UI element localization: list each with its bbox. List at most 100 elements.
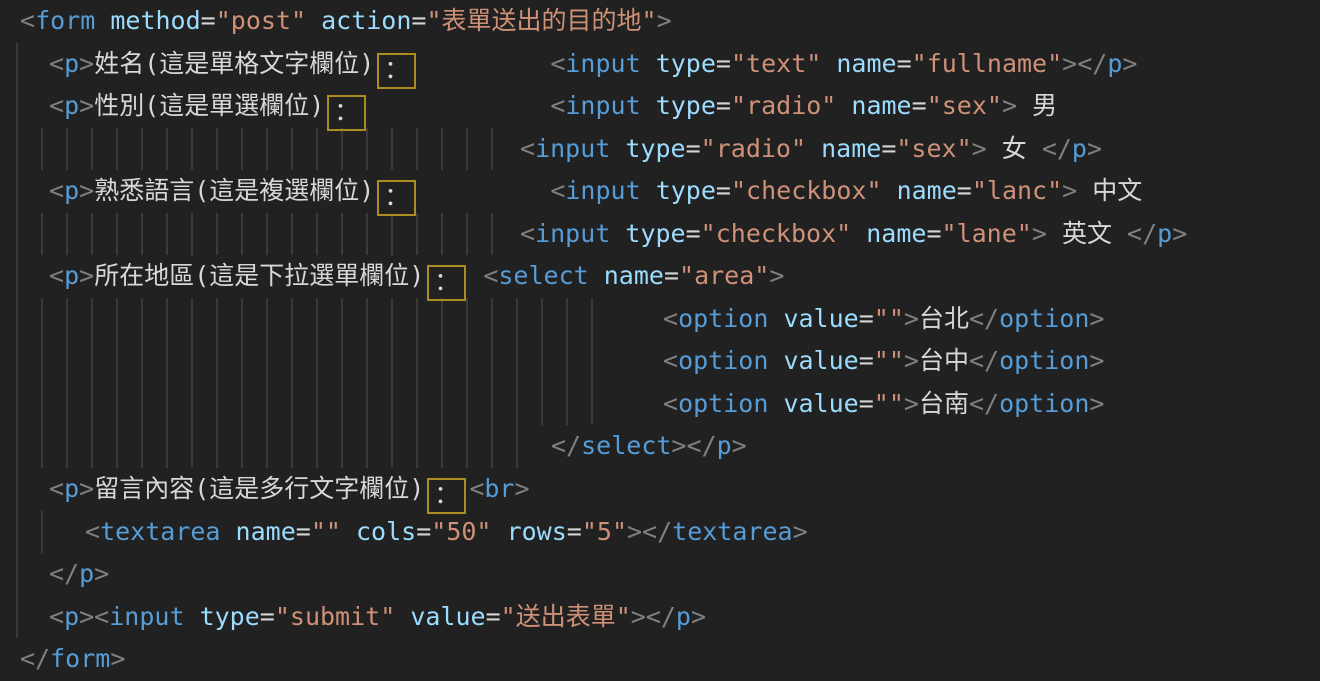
- syntax-token: p: [1072, 134, 1087, 163]
- syntax-token: >: [79, 49, 94, 78]
- syntax-token: 台中: [919, 346, 969, 375]
- syntax-token: p: [64, 261, 79, 290]
- syntax-token: textarea: [100, 517, 220, 546]
- syntax-token: ><: [79, 602, 109, 631]
- code-line[interactable]: </select></p>: [0, 425, 1320, 468]
- syntax-token: >: [79, 176, 94, 205]
- code-line-text: </form>: [0, 638, 125, 681]
- code-line[interactable]: </p>: [0, 553, 1320, 596]
- syntax-token: name: [821, 134, 881, 163]
- syntax-token: p: [64, 176, 79, 205]
- syntax-token: 中文: [1077, 176, 1142, 205]
- syntax-token: >: [94, 559, 109, 588]
- syntax-token: name: [866, 219, 926, 248]
- syntax-token: cols: [356, 517, 416, 546]
- code-line[interactable]: <input type="radio" name="sex"> 女 </p>: [0, 128, 1320, 171]
- syntax-token: input: [565, 91, 640, 120]
- code-line[interactable]: <option value="">台中</option>: [0, 340, 1320, 383]
- syntax-token: 留言內容(這是多行文字欄位): [94, 474, 424, 503]
- syntax-token: <: [520, 134, 535, 163]
- code-line[interactable]: <p>留言內容(這是多行文字欄位)：<br>: [0, 468, 1320, 511]
- syntax-token: >: [1089, 389, 1104, 418]
- syntax-token: <: [469, 474, 484, 503]
- syntax-token: name: [897, 176, 957, 205]
- syntax-token: input: [565, 49, 640, 78]
- syntax-token: [768, 346, 783, 375]
- syntax-token: >: [79, 261, 94, 290]
- syntax-token: value: [410, 602, 485, 631]
- syntax-token: "text": [731, 49, 821, 78]
- syntax-token: type: [200, 602, 260, 631]
- syntax-token: >: [904, 389, 919, 418]
- syntax-token: <: [49, 602, 64, 631]
- syntax-token: </: [969, 389, 999, 418]
- syntax-token: =: [260, 602, 275, 631]
- code-line[interactable]: <textarea name="" cols="50" rows="5"></t…: [0, 511, 1320, 554]
- code-line[interactable]: </form>: [0, 638, 1320, 681]
- syntax-token: 性別(這是單選欄位): [94, 91, 324, 120]
- syntax-token: [610, 219, 625, 248]
- syntax-token: [395, 602, 410, 631]
- code-line[interactable]: <p>所在地區(這是下拉選單欄位)：<select name="area">: [0, 255, 1320, 298]
- syntax-token: =: [686, 219, 701, 248]
- syntax-token: 男: [1017, 91, 1057, 120]
- syntax-token: >: [904, 304, 919, 333]
- syntax-token: =: [859, 389, 874, 418]
- code-line[interactable]: <input type="checkbox" name="lane"> 英文 <…: [0, 213, 1320, 256]
- code-line[interactable]: <p><input type="submit" value="送出表單"></p…: [0, 596, 1320, 639]
- syntax-token: form: [35, 6, 95, 35]
- code-line[interactable]: <option value="">台北</option>: [0, 298, 1320, 341]
- code-line[interactable]: <p>熟悉語言(這是複選欄位)：<input type="checkbox" n…: [0, 170, 1320, 213]
- syntax-token: <: [663, 389, 678, 418]
- code-line[interactable]: <p>性別(這是單選欄位)：<input type="radio" name="…: [0, 85, 1320, 128]
- syntax-token: 台北: [919, 304, 969, 333]
- syntax-token: [341, 517, 356, 546]
- syntax-token: "sex": [896, 134, 971, 163]
- syntax-token: value: [783, 346, 858, 375]
- syntax-token: <: [483, 261, 498, 290]
- syntax-token: option: [999, 304, 1089, 333]
- code-line[interactable]: <form method="post" action="表單送出的目的地">: [0, 0, 1320, 43]
- syntax-token: [882, 176, 897, 205]
- syntax-token: [306, 6, 321, 35]
- syntax-token: >: [732, 431, 747, 460]
- syntax-token: name: [236, 517, 296, 546]
- syntax-token: input: [565, 176, 640, 205]
- syntax-token: p: [64, 474, 79, 503]
- syntax-token: </: [969, 346, 999, 375]
- code-line-text: </select></p>: [0, 425, 747, 468]
- syntax-token: "checkbox": [701, 219, 852, 248]
- code-editor[interactable]: <form method="post" action="表單送出的目的地"><p…: [0, 0, 1320, 681]
- syntax-token: 英文: [1047, 219, 1127, 248]
- syntax-token: >: [1002, 91, 1017, 120]
- syntax-token: =: [486, 602, 501, 631]
- syntax-token: >: [657, 6, 672, 35]
- syntax-token: >: [1089, 304, 1104, 333]
- syntax-token: ></: [671, 431, 716, 460]
- syntax-token: "50": [431, 517, 491, 546]
- syntax-token: <: [550, 91, 565, 120]
- syntax-token: "表單送出的目的地": [426, 6, 656, 35]
- syntax-token: <: [20, 6, 35, 35]
- syntax-token: =: [881, 134, 896, 163]
- code-line[interactable]: <p>姓名(這是單格文字欄位)：<input type="text" name=…: [0, 43, 1320, 86]
- syntax-token: <: [85, 517, 100, 546]
- syntax-token: >: [972, 134, 987, 163]
- syntax-token: [821, 49, 836, 78]
- syntax-token: =: [912, 91, 927, 120]
- syntax-token: "submit": [275, 602, 395, 631]
- syntax-token: "sex": [927, 91, 1002, 120]
- syntax-token: rows: [507, 517, 567, 546]
- code-line-text: <option value="">台北</option>: [0, 298, 1104, 341]
- unicode-highlight-box: ：: [427, 478, 466, 514]
- syntax-token: =: [957, 176, 972, 205]
- syntax-token: input: [535, 219, 610, 248]
- syntax-token: name: [836, 49, 896, 78]
- syntax-token: ></: [1062, 49, 1107, 78]
- code-line[interactable]: <option value="">台南</option>: [0, 383, 1320, 426]
- syntax-token: [851, 219, 866, 248]
- syntax-token: "": [311, 517, 341, 546]
- syntax-token: [610, 134, 625, 163]
- syntax-token: =: [567, 517, 582, 546]
- syntax-token: >: [79, 91, 94, 120]
